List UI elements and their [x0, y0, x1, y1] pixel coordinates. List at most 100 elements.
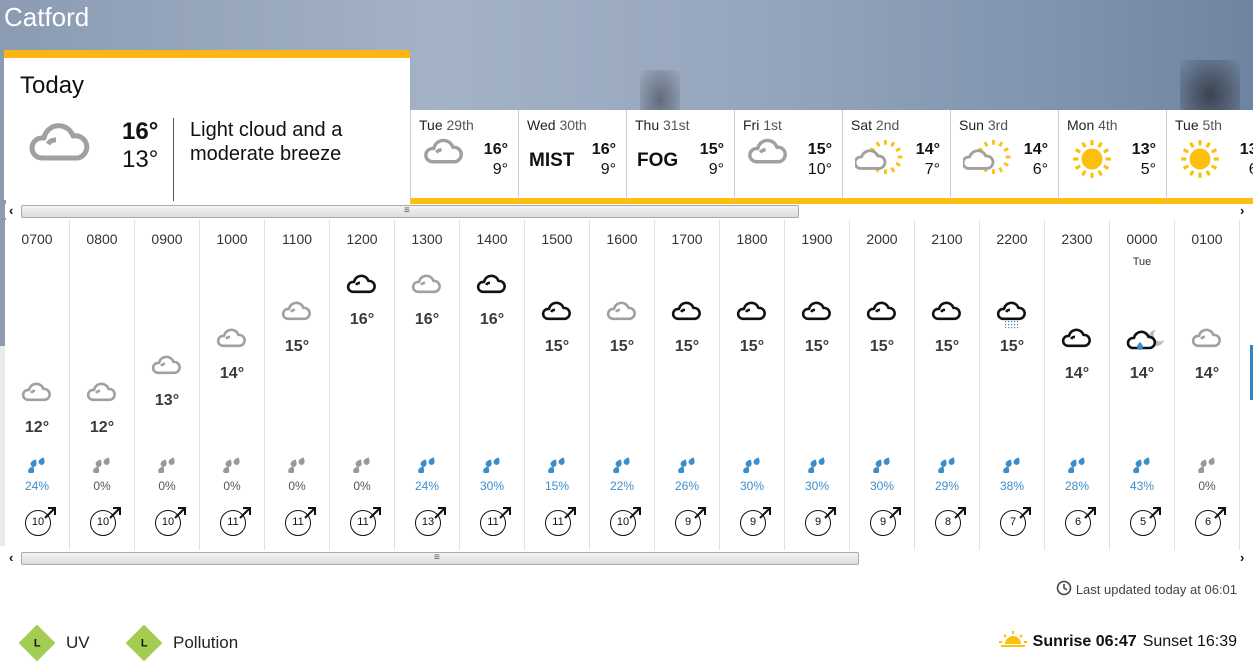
day-tab[interactable]: Wed 30th MIST 16° 9° — [518, 110, 626, 204]
hour-temperature: 13° — [154, 392, 180, 409]
hour-column[interactable]: 1800 15° 30% 9 — [720, 220, 785, 550]
day-low: 6° — [1032, 161, 1048, 178]
thick-cloud-icon — [1061, 328, 1095, 352]
hour-column[interactable]: 1000 14° 0% 11 — [200, 220, 265, 550]
hour-column[interactable]: 1500 15° 15% 11 — [525, 220, 590, 550]
location-title: Catford — [4, 2, 90, 32]
hour-time: 0100 — [1191, 231, 1223, 247]
light-cloud-icon — [281, 301, 315, 325]
hour-temperature: 16° — [479, 311, 505, 328]
wind-speed: 5 — [1130, 507, 1161, 538]
day-high: 16° — [591, 141, 616, 158]
hour-column[interactable]: 1400 16° 30% 11 — [460, 220, 525, 550]
hour-time: 2200 — [996, 231, 1028, 247]
light-cloud-icon — [423, 138, 463, 169]
rain-drops-icon — [93, 457, 113, 478]
scroll-right-icon[interactable]: › — [1240, 550, 1244, 565]
rain-chance: 0% — [158, 479, 176, 493]
uv-level-icon: L — [18, 624, 56, 662]
day-low: 9° — [708, 161, 724, 178]
sunny-intervals-icon — [853, 138, 904, 181]
scroll-left-icon[interactable]: ‹ — [9, 203, 13, 218]
hour-column[interactable]: 1600 15° 22% 10 — [590, 220, 655, 550]
light-cloud-icon — [411, 274, 445, 298]
hour-column[interactable]: 0900 13° 0% 10 — [135, 220, 200, 550]
hour-column[interactable]: 1100 15° 0% 11 — [265, 220, 330, 550]
hour-column[interactable]: 1700 15° 26% 9 — [655, 220, 720, 550]
day-high: 13° — [1131, 141, 1156, 158]
hour-time: 2000 — [866, 231, 898, 247]
rain-chance: 43% — [1129, 479, 1155, 493]
wind-speed: 10 — [155, 507, 186, 538]
hour-temperature: 15° — [739, 338, 765, 355]
wind-speed: 11 — [545, 507, 576, 538]
hour-column[interactable]: 2100 15° 29% 8 — [915, 220, 980, 550]
hour-column[interactable]: 1900 15° 30% 9 — [785, 220, 850, 550]
wind-speed: 10 — [25, 507, 56, 538]
daily-scrollbar[interactable]: ‹ ≡ › — [5, 203, 1253, 218]
wind-speed: 9 — [805, 507, 836, 538]
hour-time: 1000 — [216, 231, 248, 247]
hour-time: 1100 — [281, 231, 313, 247]
hour-column[interactable]: 2200 15° 38% 7 — [980, 220, 1045, 550]
hour-temperature: 16° — [349, 311, 375, 328]
hour-column[interactable]: 0800 12° 0% 10 — [70, 220, 135, 550]
wind-speed: 8 — [935, 507, 966, 538]
hour-column[interactable]: 2000 15° 30% 9 — [850, 220, 915, 550]
rain-chance: 22% — [609, 479, 635, 493]
scroll-thumb[interactable]: ≡ — [21, 552, 859, 565]
rain-drops-icon — [1133, 457, 1153, 478]
hourly-forecast: 0700 12° 24% 10 0800 12° 0% 10 0900 13° … — [5, 220, 1253, 550]
sunny-icon — [1071, 138, 1113, 185]
hour-column[interactable]: 0000 Tue 14° 43% 5 — [1110, 220, 1175, 550]
day-name: Tue 5th — [1175, 117, 1222, 133]
wind-direction-icon — [304, 507, 316, 519]
hour-temperature: 15° — [609, 338, 635, 355]
hour-column[interactable]: 0100 14° 0% 6 — [1175, 220, 1240, 550]
rain-chance: 30% — [739, 479, 765, 493]
scroll-right-icon[interactable]: › — [1240, 203, 1244, 218]
day-tab[interactable]: Sun 3rd 14° 6° — [950, 110, 1058, 204]
weather-word: MIST — [529, 150, 575, 171]
hour-column[interactable]: 2300 14° 28% 6 — [1045, 220, 1110, 550]
light-cloud-icon — [216, 328, 250, 352]
day-low: 5° — [1140, 161, 1156, 178]
hour-temperature: 14° — [1194, 365, 1220, 382]
day-name: Fri 1st — [743, 117, 782, 133]
scroll-thumb[interactable]: ≡ — [21, 205, 799, 218]
rain-chance: 38% — [999, 479, 1025, 493]
thick-cloud-icon — [346, 274, 380, 298]
day-tab[interactable]: Mon 4th 13° 5° — [1058, 110, 1166, 204]
today-card[interactable]: Today 16° 13° Light cloud and a moderate… — [4, 50, 410, 201]
hourly-scrollbar[interactable]: ‹ ≡ › — [5, 550, 1253, 565]
hour-column[interactable]: 0700 12° 24% 10 — [5, 220, 70, 550]
rain-chance: 30% — [804, 479, 830, 493]
wind-speed: 11 — [285, 507, 316, 538]
drizzle-icon — [996, 301, 1030, 329]
hour-temperature: 14° — [1129, 365, 1155, 382]
day-high: 14° — [1023, 141, 1048, 158]
light-cloud-icon — [21, 382, 55, 406]
day-high: 13° — [1239, 141, 1253, 158]
wind-direction-icon — [629, 507, 641, 519]
day-low: 10° — [807, 161, 832, 178]
uv-badge[interactable]: L UV — [18, 624, 90, 662]
hour-column[interactable]: 1300 16° 24% 13 — [395, 220, 460, 550]
light-cloud-icon — [151, 355, 185, 379]
wind-speed: 6 — [1195, 507, 1226, 538]
sunrise-icon — [998, 630, 1027, 653]
pollution-badge[interactable]: L Pollution — [125, 624, 238, 662]
day-tab[interactable]: Tue 5th 13° 6° — [1166, 110, 1253, 204]
scroll-left-icon[interactable]: ‹ — [9, 550, 13, 565]
today-high: 16° — [122, 118, 159, 145]
day-tab[interactable]: Thu 31st FOG 15° 9° — [626, 110, 734, 204]
hour-time: 1200 — [346, 231, 378, 247]
day-tab[interactable]: Sat 2nd 14° 7° — [842, 110, 950, 204]
hour-time: 1800 — [736, 231, 768, 247]
day-tab[interactable]: Tue 29th 16° 9° — [410, 110, 518, 204]
light-cloud-icon — [606, 301, 640, 325]
hour-column[interactable]: 1200 16° 0% 11 — [330, 220, 395, 550]
day-tab[interactable]: Fri 1st 15° 10° — [734, 110, 842, 204]
thick-cloud-icon — [671, 301, 705, 325]
sun-times: Sunrise 06:47 Sunset 16:39 — [998, 630, 1237, 653]
